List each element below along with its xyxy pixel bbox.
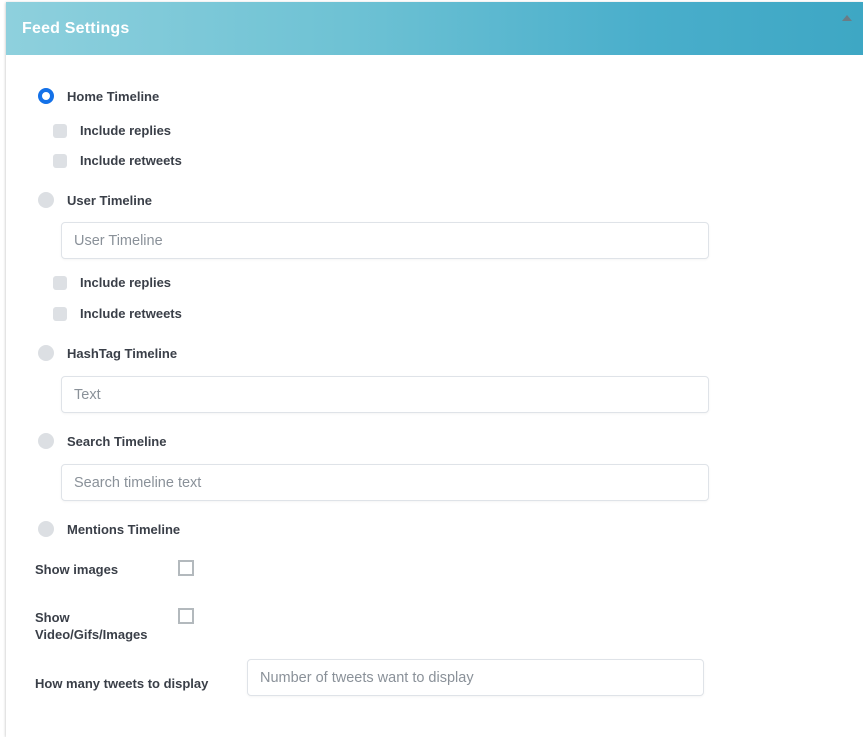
label-show-images: Show images bbox=[35, 562, 119, 577]
radio-option-mentions-timeline[interactable]: Mentions Timeline bbox=[38, 521, 180, 537]
label-show-video-gifs-images: Show Video/Gifs/Images bbox=[35, 609, 165, 643]
label-show-video-line2: Video/Gifs/Images bbox=[35, 627, 148, 642]
checkbox-show-video-gifs-images[interactable] bbox=[178, 608, 194, 624]
card-header: Feed Settings bbox=[6, 2, 863, 55]
radio-indicator-hashtag[interactable] bbox=[38, 345, 54, 361]
page-title: Feed Settings bbox=[22, 20, 130, 37]
radio-option-user-timeline[interactable]: User Timeline bbox=[38, 192, 152, 208]
radio-label-user: User Timeline bbox=[67, 192, 153, 208]
radio-option-search-timeline[interactable]: Search Timeline bbox=[38, 433, 166, 449]
caret-up-icon[interactable] bbox=[842, 15, 852, 21]
checkbox-home-include-retweets[interactable]: Include retweets bbox=[53, 153, 182, 168]
radio-label-mentions: Mentions Timeline bbox=[67, 521, 181, 537]
label-show-video-line1: Show bbox=[35, 610, 70, 625]
checkbox-label-user-replies: Include replies bbox=[80, 275, 172, 290]
checkbox-indicator-user-retweets[interactable] bbox=[53, 306, 67, 321]
checkbox-indicator-user-replies[interactable] bbox=[53, 275, 67, 290]
tweet-count-input[interactable] bbox=[247, 659, 704, 696]
radio-label-home: Home Timeline bbox=[67, 88, 160, 104]
hashtag-timeline-input[interactable] bbox=[61, 376, 709, 413]
checkbox-user-include-replies[interactable]: Include replies bbox=[53, 275, 171, 290]
radio-option-hashtag-timeline[interactable]: HashTag Timeline bbox=[38, 345, 177, 361]
search-timeline-input[interactable] bbox=[61, 464, 709, 501]
user-timeline-input[interactable] bbox=[61, 222, 709, 259]
checkbox-indicator-home-replies[interactable] bbox=[53, 123, 67, 138]
radio-indicator-search[interactable] bbox=[38, 433, 54, 449]
radio-option-home-timeline[interactable]: Home Timeline bbox=[38, 88, 159, 104]
checkbox-show-images[interactable] bbox=[178, 560, 194, 576]
label-tweet-count: How many tweets to display bbox=[35, 676, 209, 691]
checkbox-label-user-retweets: Include retweets bbox=[80, 306, 182, 321]
checkbox-user-include-retweets[interactable]: Include retweets bbox=[53, 306, 182, 321]
radio-label-hashtag: HashTag Timeline bbox=[67, 345, 178, 361]
checkbox-home-include-replies[interactable]: Include replies bbox=[53, 123, 171, 138]
checkbox-label-home-retweets: Include retweets bbox=[80, 153, 182, 168]
radio-indicator-mentions[interactable] bbox=[38, 521, 54, 537]
checkbox-label-home-replies: Include replies bbox=[80, 123, 172, 138]
radio-label-search: Search Timeline bbox=[67, 433, 167, 449]
radio-indicator-user[interactable] bbox=[38, 192, 54, 208]
checkbox-indicator-home-retweets[interactable] bbox=[53, 153, 67, 168]
radio-indicator-home[interactable] bbox=[38, 88, 54, 104]
feed-settings-card: Feed Settings Home Timeline Include repl… bbox=[6, 2, 863, 737]
card-body: Home Timeline Include replies Include re… bbox=[6, 55, 863, 737]
